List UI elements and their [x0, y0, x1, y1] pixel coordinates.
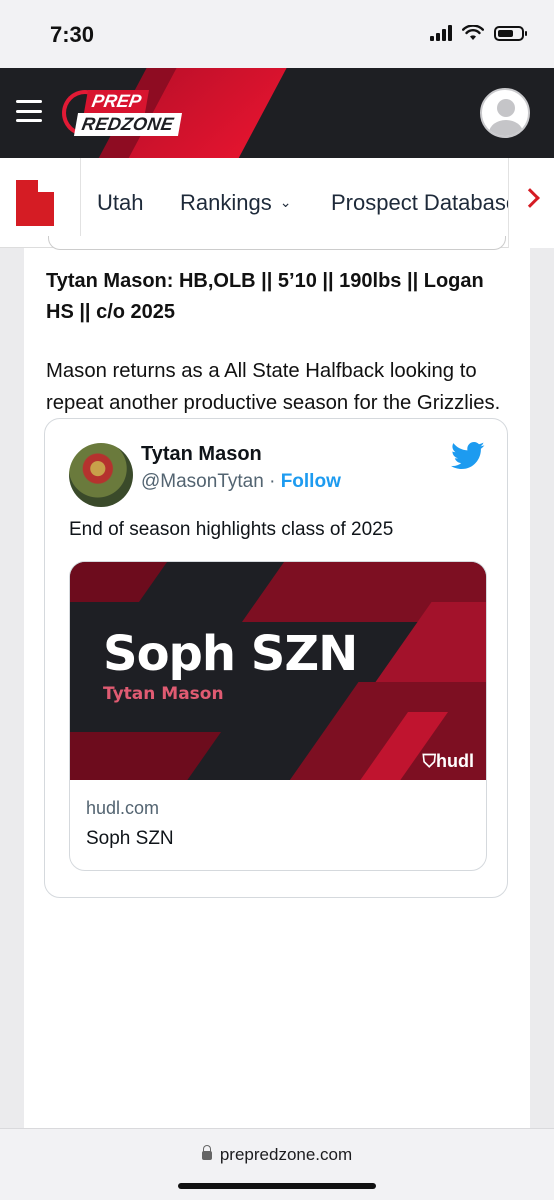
tweet-author-avatar[interactable] [69, 443, 133, 507]
hudl-shield-icon: ⛉ [422, 751, 437, 771]
chevron-right-icon[interactable] [520, 188, 540, 208]
tweet-text: End of season highlights class of 2025 [69, 519, 394, 540]
menu-icon[interactable] [16, 100, 42, 122]
nav-item-rankings[interactable]: Rankings ⌄ [180, 190, 291, 216]
nav-item-prospect-database[interactable]: Prospect Database [331, 190, 511, 216]
hudl-logo: ⛉hudl [422, 751, 475, 771]
video-thumbnail: Soph SZN Tytan Mason ⛉hudl [70, 562, 486, 780]
tweet-author-name[interactable]: Tytan Mason [141, 443, 262, 466]
link-domain: hudl.com [86, 798, 160, 818]
site-header: PREP REDZONE [0, 68, 554, 158]
wifi-icon [462, 25, 484, 40]
tweet-embed[interactable]: Tytan Mason @MasonTytan · Follow End of … [44, 418, 508, 898]
previous-embed-edge [48, 236, 506, 250]
separator-dot: · [269, 471, 276, 492]
follow-button[interactable]: Follow [281, 471, 341, 492]
nav-item-label: Rankings [180, 190, 272, 215]
nav-scroll-right[interactable] [508, 158, 554, 248]
utah-state-icon[interactable] [16, 180, 54, 226]
player-heading: Tytan Mason: HB,OLB || 5’10 || 190lbs ||… [46, 270, 484, 323]
browser-address-bar[interactable]: prepredzone.com [0, 1128, 554, 1200]
url-text: prepredzone.com [219, 1145, 353, 1164]
hudl-link-card[interactable]: Soph SZN Tytan Mason ⛉hudl hudl.com Soph… [69, 561, 487, 871]
thumbnail-subtitle: Tytan Mason [103, 684, 224, 704]
status-bar: 7:30 [0, 0, 554, 68]
tweet-handle[interactable]: @MasonTytan [141, 471, 264, 492]
site-logo[interactable]: PREP REDZONE [62, 88, 202, 138]
logo-redzone-text: REDZONE [73, 113, 182, 136]
lock-icon [201, 1145, 212, 1160]
link-title: Soph SZN [86, 828, 174, 849]
logo-prep-text: PREP [83, 90, 150, 113]
home-indicator[interactable] [178, 1183, 376, 1189]
nav-item-utah[interactable]: Utah [97, 190, 143, 216]
status-time: 7:30 [50, 22, 95, 47]
url-display[interactable]: prepredzone.com [0, 1145, 554, 1165]
battery-icon [494, 25, 527, 41]
tweet-author-line: @MasonTytan · Follow [141, 471, 341, 493]
user-avatar-icon[interactable] [480, 88, 530, 138]
twitter-bird-icon[interactable] [451, 441, 485, 471]
thumbnail-title: Soph SZN [103, 626, 358, 682]
state-nav: Utah Rankings ⌄ Prospect Database [0, 158, 554, 248]
status-icons [430, 25, 527, 41]
chevron-down-icon: ⌄ [279, 194, 292, 210]
cellular-signal-icon [430, 25, 452, 41]
